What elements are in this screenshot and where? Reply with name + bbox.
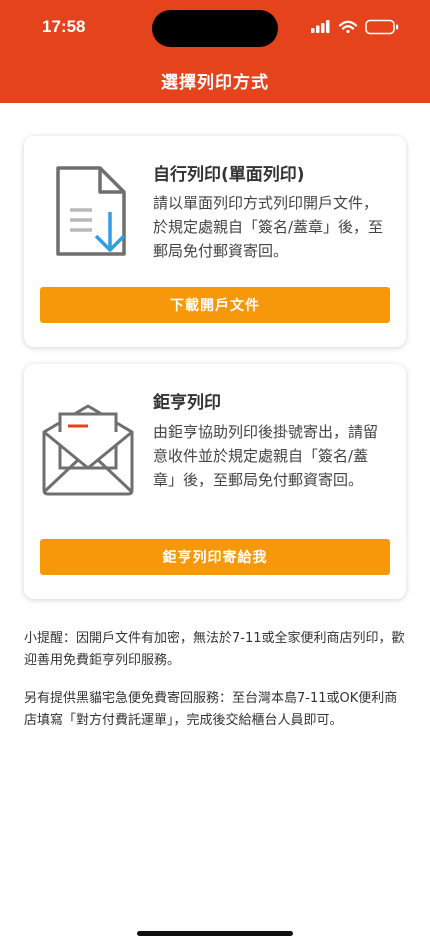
self-print-card: 自行列印(單面列印) 請以單面列印方式列印開戶文件，於規定處親自「簽名/蓋章」後…	[24, 136, 406, 347]
self-print-description: 請以單面列印方式列印開戶文件，於規定處親自「簽名/蓋章」後，至郵局免付郵資寄回。	[153, 194, 384, 260]
dynamic-island	[152, 10, 278, 47]
document-download-icon	[56, 166, 126, 256]
reminder-note: 小提醒：因開戶文件有加密，無法於7-11或全家便利商店列印，歡迎善用免費鉅亨列印…	[24, 631, 405, 668]
app-header: 17:58 選擇列印方式	[0, 0, 430, 103]
return-service-note: 另有提供黑貓宅急便免費寄回服務：至台灣本島7-11或OK便利商店填寫「對方付費託…	[24, 691, 398, 728]
wifi-icon	[338, 20, 358, 34]
status-time: 17:58	[42, 17, 86, 36]
home-indicator	[137, 931, 293, 936]
cnyes-print-card: 鉅亨列印 由鉅亨協助列印後掛號寄出，請留意收件並於規定處親自「簽名/蓋章」後，至…	[24, 364, 406, 599]
battery-icon	[365, 19, 399, 35]
self-print-title: 自行列印(單面列印)	[153, 165, 305, 185]
signal-icon	[311, 20, 330, 33]
page-title: 選擇列印方式	[161, 73, 269, 93]
status-icons	[311, 19, 399, 35]
envelope-letter-icon	[42, 404, 134, 496]
cnyes-print-mail-button[interactable]: 鉅亨列印寄給我	[40, 539, 390, 575]
cnyes-print-description: 由鉅亨協助列印後掛號寄出，請留意收件並於規定處親自「簽名/蓋章」後，至郵局免付郵…	[153, 423, 379, 489]
download-documents-button[interactable]: 下載開戶文件	[40, 287, 390, 323]
cnyes-print-title: 鉅亨列印	[153, 393, 221, 413]
